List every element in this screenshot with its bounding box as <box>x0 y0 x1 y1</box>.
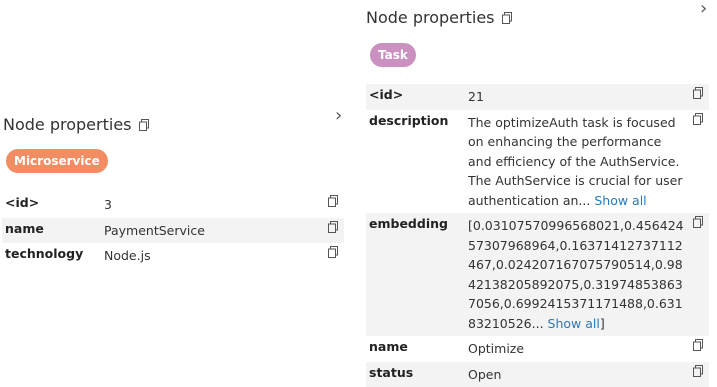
property-key: embedding <box>366 213 468 336</box>
copy-icon[interactable] <box>328 246 338 258</box>
show-all-link[interactable]: Show all <box>594 193 646 208</box>
property-value: 21 <box>468 84 686 110</box>
property-key: <id> <box>2 192 104 218</box>
property-value: PaymentService <box>104 218 314 244</box>
property-value: [0.03107570996568021,0.45642457307968964… <box>468 213 686 336</box>
property-value: The optimizeAuth task is focused on enha… <box>468 110 686 214</box>
properties-table: <id> 21 description The optimizeAuth tas… <box>366 84 709 387</box>
panel-title-text: Node properties <box>3 115 132 134</box>
copy-icon[interactable] <box>693 113 703 125</box>
property-row-description: description The optimizeAuth task is foc… <box>366 110 709 214</box>
property-row-name: name Optimize <box>366 336 709 362</box>
property-row-status: status Open <box>366 362 709 387</box>
chevron-right-icon[interactable]: › <box>700 0 707 18</box>
embedding-text: [0.03107570996568021,0.45642457307968964… <box>468 218 684 331</box>
chevron-right-icon[interactable]: › <box>335 107 342 125</box>
label-badge-microservice[interactable]: Microservice <box>6 149 108 173</box>
copy-icon[interactable] <box>328 221 338 233</box>
property-key: description <box>366 110 468 214</box>
copy-icon[interactable] <box>693 365 703 377</box>
property-key: <id> <box>366 84 468 110</box>
property-value: Node.js <box>104 243 314 269</box>
property-key: technology <box>2 243 104 269</box>
copy-icon[interactable] <box>693 87 703 99</box>
show-all-link[interactable]: Show all <box>548 316 600 331</box>
copy-icon[interactable] <box>328 195 338 207</box>
properties-table: <id> 3 name PaymentService technology No… <box>2 192 344 269</box>
property-key: status <box>366 362 468 387</box>
panel-title-text: Node properties <box>366 8 495 27</box>
property-row-embedding: embedding [0.03107570996568021,0.4564245… <box>366 213 709 336</box>
property-value: Open <box>468 362 686 387</box>
description-text: The optimizeAuth task is focused on enha… <box>468 115 682 208</box>
copy-icon[interactable] <box>139 119 149 131</box>
property-row-id: <id> 21 <box>366 84 709 110</box>
panel-title: Node properties <box>366 6 512 28</box>
label-badge-task[interactable]: Task <box>370 43 416 67</box>
property-row-technology: technology Node.js <box>2 243 344 269</box>
panel-title: Node properties <box>3 113 149 135</box>
copy-icon[interactable] <box>693 216 703 228</box>
property-row-id: <id> 3 <box>2 192 344 218</box>
property-value: Optimize <box>468 336 686 362</box>
property-key: name <box>366 336 468 362</box>
copy-icon[interactable] <box>693 339 703 351</box>
property-key: name <box>2 218 104 244</box>
property-row-name: name PaymentService <box>2 218 344 244</box>
property-value: 3 <box>104 192 314 218</box>
embedding-close: ] <box>600 316 605 331</box>
copy-icon[interactable] <box>502 12 512 24</box>
